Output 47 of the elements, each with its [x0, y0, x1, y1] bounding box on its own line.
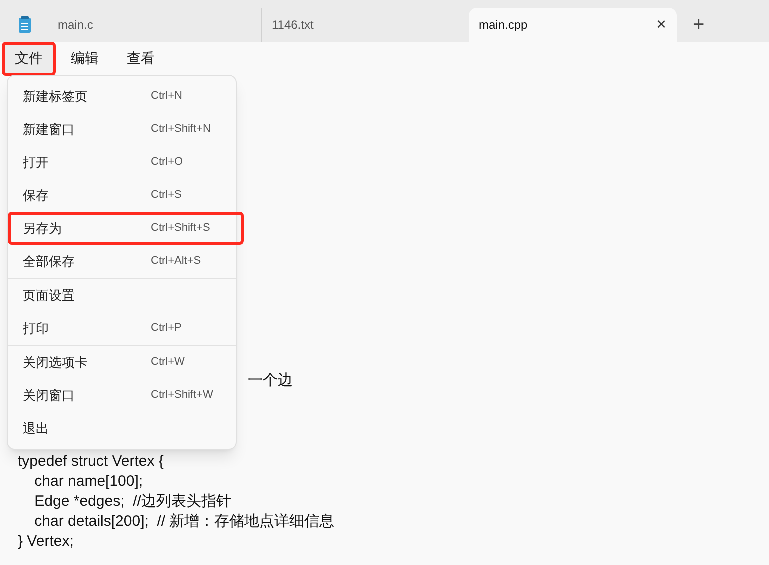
menu-item[interactable]: 关闭选项卡 Ctrl+W: [8, 346, 236, 379]
shortcut-label: Ctrl+Shift+S: [151, 221, 210, 236]
menu-item[interactable]: 全部保存 Ctrl+Alt+S: [8, 245, 236, 278]
menu-item-label: 页面设置: [23, 286, 76, 305]
menu-item[interactable]: 退出: [8, 412, 236, 445]
menu-item-label: 退出: [23, 420, 50, 438]
menu-item-label: 保存: [23, 186, 50, 205]
code-line: Edge *edges; //边列表头指针: [34, 492, 232, 512]
menu-bar-item[interactable]: 文件: [2, 42, 56, 76]
menu-item-label: 打开: [23, 154, 50, 172]
menu-item-label: 另存为: [23, 220, 63, 238]
menu-item[interactable]: 打印 Ctrl+P: [8, 312, 236, 345]
menu-item-label: 新建窗口: [23, 120, 76, 139]
menu-item[interactable]: 新建标签页 Ctrl+N: [8, 80, 236, 113]
code-line: } Vertex;: [18, 532, 75, 552]
tab-label: 1146.txt: [272, 17, 314, 34]
tab-label: main.c: [58, 17, 94, 34]
shortcut-label: Ctrl+Shift+W: [151, 388, 214, 404]
code-line: char name[100];: [34, 472, 144, 492]
code-line: 一个边: [248, 371, 294, 391]
shortcut-label: Ctrl+S: [151, 188, 182, 204]
code-line: typedef struct Vertex {: [18, 452, 165, 472]
menu-item[interactable]: 保存 Ctrl+S: [8, 179, 236, 212]
menu-item[interactable]: 关闭窗口 Ctrl+Shift+W: [8, 379, 236, 412]
menu-item-label: 关闭选项卡: [23, 354, 89, 372]
shortcut-label: Ctrl+Alt+S: [151, 254, 202, 270]
menu-item[interactable]: 打开 Ctrl+O: [8, 146, 236, 179]
menu-item[interactable]: 新建窗口 Ctrl+Shift+N: [8, 113, 236, 146]
new-tab-button[interactable]: +: [693, 8, 705, 42]
menu-item-label: 新建标签页: [23, 88, 89, 106]
close-icon[interactable]: ✕: [656, 15, 667, 35]
menu-item-label: 打印: [23, 320, 50, 338]
shortcut-label: Ctrl+W: [151, 355, 185, 370]
shortcut-label: Ctrl+O: [151, 155, 184, 170]
shortcut-label: Ctrl+N: [151, 89, 182, 104]
menu-item-label: 关闭窗口: [23, 386, 76, 405]
menu-item[interactable]: 另存为 Ctrl+Shift+S: [8, 212, 244, 245]
shortcut-label: Ctrl+P: [151, 321, 182, 336]
menu-item[interactable]: 页面设置: [8, 279, 236, 312]
tab[interactable]: main.c: [8, 8, 216, 42]
menu-bar-item[interactable]: 编辑: [58, 42, 112, 76]
menu-item-label: 全部保存: [23, 252, 76, 271]
menu-bar-item[interactable]: 查看: [114, 42, 168, 76]
shortcut-label: Ctrl+Shift+N: [151, 122, 211, 138]
tab-label: main.cpp: [479, 17, 528, 34]
code-line: char details[200]; // 新增：存储地点详细信息: [34, 512, 336, 532]
tab[interactable]: main.cpp ✕: [469, 8, 677, 42]
